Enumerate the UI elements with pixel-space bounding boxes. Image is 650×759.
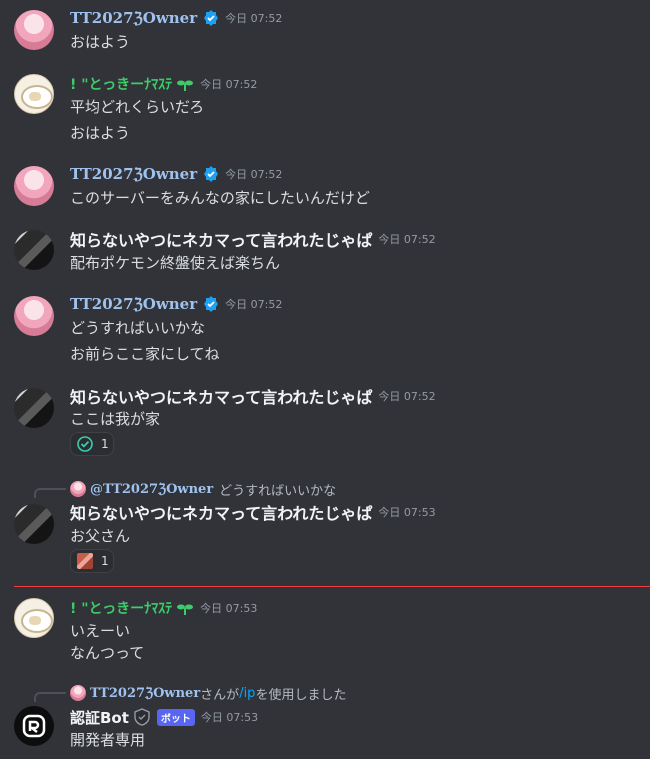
bot-tag: ボット: [156, 708, 195, 726]
reply-text-prefix: さんが: [200, 687, 240, 703]
reply-username[interactable]: @TT2027ℨOwner: [90, 482, 213, 497]
avatar-dark[interactable]: [14, 388, 54, 428]
timestamp: 今日 07:52: [225, 12, 283, 25]
verified-icon: [204, 166, 219, 182]
username[interactable]: 知らないやつにネカマって言われたじゃぱ: [70, 384, 372, 408]
avatar-sheep[interactable]: [14, 74, 54, 114]
reply-preview[interactable]: @TT2027ℨOwner どうすればいいかな: [70, 480, 337, 499]
sprout-icon: [177, 604, 194, 615]
reply-preview[interactable]: TT2027ℨOwner さんが /ip を使用しました: [70, 684, 347, 703]
reply-text: どうすればいいかな: [219, 483, 337, 499]
avatar-dark[interactable]: [14, 504, 54, 544]
reply-avatar: [70, 481, 86, 497]
username[interactable]: 知らないやつにネカマって言われたじゃぱ: [70, 500, 372, 524]
timestamp: 今日 07:53: [200, 711, 259, 724]
message-text: このサーバーをみんなの家にしたいんだけど: [70, 189, 370, 207]
avatar-dark[interactable]: [14, 230, 54, 270]
username[interactable]: TT2027ℨOwner: [70, 295, 197, 313]
reply-avatar: [70, 685, 86, 701]
slash-command[interactable]: /ip: [239, 686, 255, 701]
avatar-owner[interactable]: [14, 166, 54, 206]
message-text: お父さん: [70, 527, 131, 545]
verified-icon: [204, 296, 219, 312]
reaction-check[interactable]: 1: [70, 432, 114, 456]
timestamp: 今日 07:52: [378, 233, 436, 246]
reply-text-suffix: を使用しました: [255, 687, 347, 703]
username[interactable]: TT2027ℨOwner: [70, 9, 197, 27]
username[interactable]: ! "とっきーﾅﾏｽﾃ: [70, 598, 172, 618]
message-text: おはよう: [70, 124, 131, 142]
reply-connector: [34, 692, 66, 702]
message-text: どうすればいいかな: [70, 319, 206, 337]
timestamp: 今日 07:52: [200, 78, 258, 91]
reply-connector: [34, 488, 66, 498]
username[interactable]: TT2027ℨOwner: [70, 165, 197, 183]
avatar-owner[interactable]: [14, 296, 54, 336]
message-text: 配布ポケモン終盤使えば楽ちん: [70, 254, 281, 272]
avatar-owner[interactable]: [14, 10, 54, 50]
verified-icon: [204, 10, 219, 26]
username[interactable]: 認証Bot: [70, 707, 129, 728]
timestamp: 今日 07:53: [200, 602, 258, 615]
reaction-image[interactable]: 1: [70, 549, 114, 573]
reaction-count: 1: [101, 554, 109, 568]
avatar-sheep[interactable]: [14, 598, 54, 638]
message-text: なんつって: [70, 644, 145, 662]
message-text: お前らここ家にしてね: [70, 345, 220, 363]
bot-logo-icon: [22, 714, 46, 738]
username[interactable]: ! "とっきーﾅﾏｽﾃ: [70, 74, 172, 94]
new-messages-divider: [14, 586, 650, 587]
message-text: 平均どれくらいだろ: [70, 98, 205, 116]
message-text: おはよう: [70, 33, 131, 51]
reply-username[interactable]: TT2027ℨOwner: [90, 686, 200, 701]
reaction-count: 1: [101, 437, 109, 451]
avatar-bot[interactable]: [14, 706, 54, 746]
message-text: ここは我が家: [70, 410, 161, 428]
message-text: 開発者専用: [70, 731, 146, 749]
timestamp: 今日 07:52: [225, 298, 283, 311]
message-text: いえーい: [70, 622, 131, 640]
sprout-icon: [177, 80, 194, 91]
check-circle-icon: [77, 436, 93, 452]
image-emoji-icon: [77, 553, 93, 569]
timestamp: 今日 07:52: [225, 168, 283, 181]
shield-icon: [134, 708, 150, 726]
timestamp: 今日 07:53: [378, 506, 436, 519]
username[interactable]: 知らないやつにネカマって言われたじゃぱ: [70, 227, 372, 251]
timestamp: 今日 07:52: [378, 390, 436, 403]
